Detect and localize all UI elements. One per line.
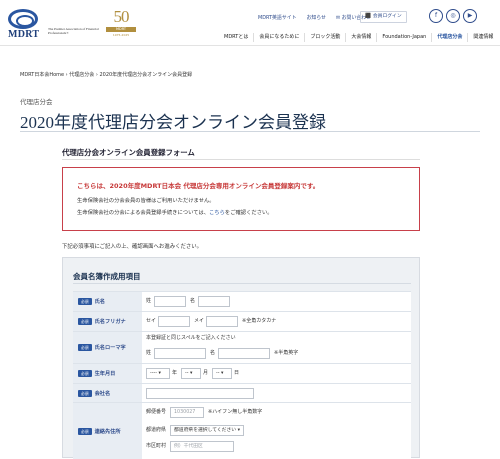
registration-form: 会員名簿作成用項目 必須 氏名 姓 名 必須 氏名フリガナ セイ メイ ※全角カタカ… (62, 257, 420, 459)
label-name: 氏名 (94, 299, 105, 305)
roman-sei-input[interactable] (154, 348, 206, 359)
roman-mei-label: 名 (210, 350, 216, 356)
kana-sei-label: セイ (146, 318, 157, 324)
pref-value: 都道府県を選択してください (174, 428, 237, 433)
roman-hint: 本登録証と同じスペルをご記入ください (146, 335, 236, 341)
kana-note: ※全角カタカナ (242, 318, 277, 324)
row-roman: 必須 氏名ローマ字 本登録証と同じスペルをご記入ください 姓 名 ※半角英字 (73, 331, 411, 363)
pref-label: 都道府県 (146, 427, 167, 433)
row-kana: 必須 氏名フリガナ セイ メイ ※全角カタカナ (73, 311, 411, 331)
name-sei-label: 姓 (146, 298, 152, 304)
form-title-divider (73, 283, 411, 284)
label-company: 会社名 (94, 390, 111, 397)
anniversary-years: 1975-2025 (112, 33, 130, 37)
logo-text: MDRT (8, 29, 40, 40)
youtube-icon[interactable]: ▶ (463, 9, 477, 23)
page-subtitle: 代理店分会 (20, 98, 53, 106)
row-contact: 必須 連絡先住所 郵便番号 1030027 ※ハイフン無し半角数字 都道府県 都道… (73, 402, 411, 459)
city-placeholder: 例）千代田区 (174, 444, 203, 449)
zip-placeholder: 1030027 (174, 410, 196, 415)
row-birth: 必須 生年月日 ---- ▾ 年 -- ▾ 月 -- ▾ 日 (73, 363, 411, 383)
birth-year-select[interactable]: ---- ▾ (146, 368, 170, 379)
city-label: 市区町村 (146, 443, 167, 449)
zip-label: 郵便番号 (146, 409, 167, 415)
zip-input[interactable]: 1030027 (170, 407, 204, 418)
facebook-icon[interactable]: f (429, 9, 443, 23)
name-mei-input[interactable] (198, 296, 230, 307)
nav-item-about[interactable]: MDRTとは (219, 33, 253, 42)
required-badge: 必須 (78, 389, 92, 397)
nav-item-foundation[interactable]: Foundation-Japan (376, 32, 431, 42)
required-badge: 必須 (78, 298, 92, 305)
birth-month-value: -- (185, 371, 189, 376)
label-roman: 氏名ローマ字 (94, 345, 126, 351)
required-badge: 必須 (78, 427, 92, 435)
notice-headline: こちらは、2020年度MDRT日本会 代理店分会専用オンライン会員登録案内です。 (77, 182, 320, 190)
member-login-button[interactable]: ⬛ 会員ログイン (360, 11, 407, 23)
utility-link-news[interactable]: お知らせ (306, 14, 325, 21)
instagram-icon[interactable]: ◎ (446, 9, 460, 23)
utility-link-english[interactable]: MDRT英語サイト (258, 14, 296, 21)
kana-mei-label: メイ (194, 318, 205, 324)
nav-item-related[interactable]: 関連情報 (467, 32, 498, 42)
chevron-down-icon: ▾ (190, 371, 193, 376)
nav-item-block[interactable]: ブロック活動 (304, 32, 345, 42)
site-header: MDRT The Premier Association of Financia… (0, 0, 500, 46)
chevron-down-icon: ▾ (221, 371, 224, 376)
notice-box: こちらは、2020年度MDRT日本会 代理店分会専用オンライン会員登録案内です。… (62, 167, 420, 231)
city-input[interactable]: 例）千代田区 (170, 441, 234, 452)
label-kana: 氏名フリガナ (94, 319, 126, 325)
required-badge: 必須 (78, 344, 92, 351)
notice-link[interactable]: こちら (209, 210, 225, 216)
notice-line-2-suffix: をご確認ください。 (224, 210, 273, 216)
page-title: 2020年度代理店分会オンライン会員登録 (20, 113, 326, 132)
zip-note: ※ハイフン無し半角数字 (208, 409, 263, 415)
birth-month-select[interactable]: -- ▾ (181, 368, 201, 379)
title-divider (20, 131, 480, 132)
birth-year-unit: 年 (172, 370, 178, 376)
form-intro: 下記必須事項にご記入の上、確認画面へお進みください。 (62, 244, 203, 250)
nav-item-agency[interactable]: 代理店分会 (431, 32, 467, 42)
label-contact: 連絡先住所 (94, 428, 121, 435)
roman-sei-label: 姓 (146, 350, 152, 356)
anniversary-number: 50 (113, 7, 130, 26)
chevron-down-icon: ▾ (237, 428, 241, 433)
required-badge: 必須 (78, 318, 92, 325)
row-name: 必須 氏名 姓 名 (73, 291, 411, 311)
roman-note: ※半角英字 (274, 350, 299, 356)
row-company: 必須 会社名 (73, 383, 411, 402)
birth-year-value: ---- (150, 371, 157, 376)
form-title: 会員名簿作成用項目 (73, 272, 141, 281)
mdrt-logo-icon[interactable] (8, 9, 38, 29)
breadcrumb[interactable]: MDRT日本会Home › 代理店分会 › 2020年度代理店分会オンライン会員… (20, 71, 192, 78)
kana-sei-input[interactable] (158, 316, 190, 327)
label-birth: 生年月日 (94, 371, 116, 377)
roman-mei-input[interactable] (218, 348, 270, 359)
required-badge: 必須 (78, 370, 92, 377)
nav-item-membership[interactable]: 会員になるために (253, 32, 304, 42)
company-input[interactable] (146, 388, 254, 399)
name-sei-input[interactable] (154, 296, 186, 307)
notice-line-1: 生命保険会社の分会会員の皆様はご利用いただけません。 (77, 198, 215, 204)
main-nav: MDRTとは 会員になるために ブロック活動 大会情報 Foundation-J… (219, 30, 500, 44)
utility-nav: MDRT英語サイト お知らせ ✉ お問い合わせ (258, 12, 371, 22)
name-mei-label: 名 (190, 298, 196, 304)
nav-item-meeting[interactable]: 大会情報 (345, 32, 376, 42)
chevron-down-icon: ▾ (158, 371, 161, 376)
birth-day-select[interactable]: -- ▾ (212, 368, 232, 379)
section-title: 代理店分会オンライン会員登録フォーム (62, 148, 195, 157)
birth-day-value: -- (216, 371, 220, 376)
notice-line-2: 生命保険会社の分会による会員登録手続きについては、こちらをご確認ください。 (77, 208, 273, 216)
anniversary-badge: 50 MDRT 1975-2025 (106, 8, 136, 40)
notice-line-2-prefix: 生命保険会社の分会による会員登録手続きについては、 (77, 210, 209, 216)
section-divider (62, 159, 420, 160)
birth-day-unit: 日 (234, 370, 240, 376)
kana-mei-input[interactable] (206, 316, 238, 327)
anniversary-band: MDRT (106, 27, 136, 32)
birth-month-unit: 月 (203, 370, 209, 376)
association-tagline: The Premier Association of Financial Pro… (48, 27, 99, 36)
prefecture-select[interactable]: 都道府県を選択してください ▾ (170, 425, 244, 436)
